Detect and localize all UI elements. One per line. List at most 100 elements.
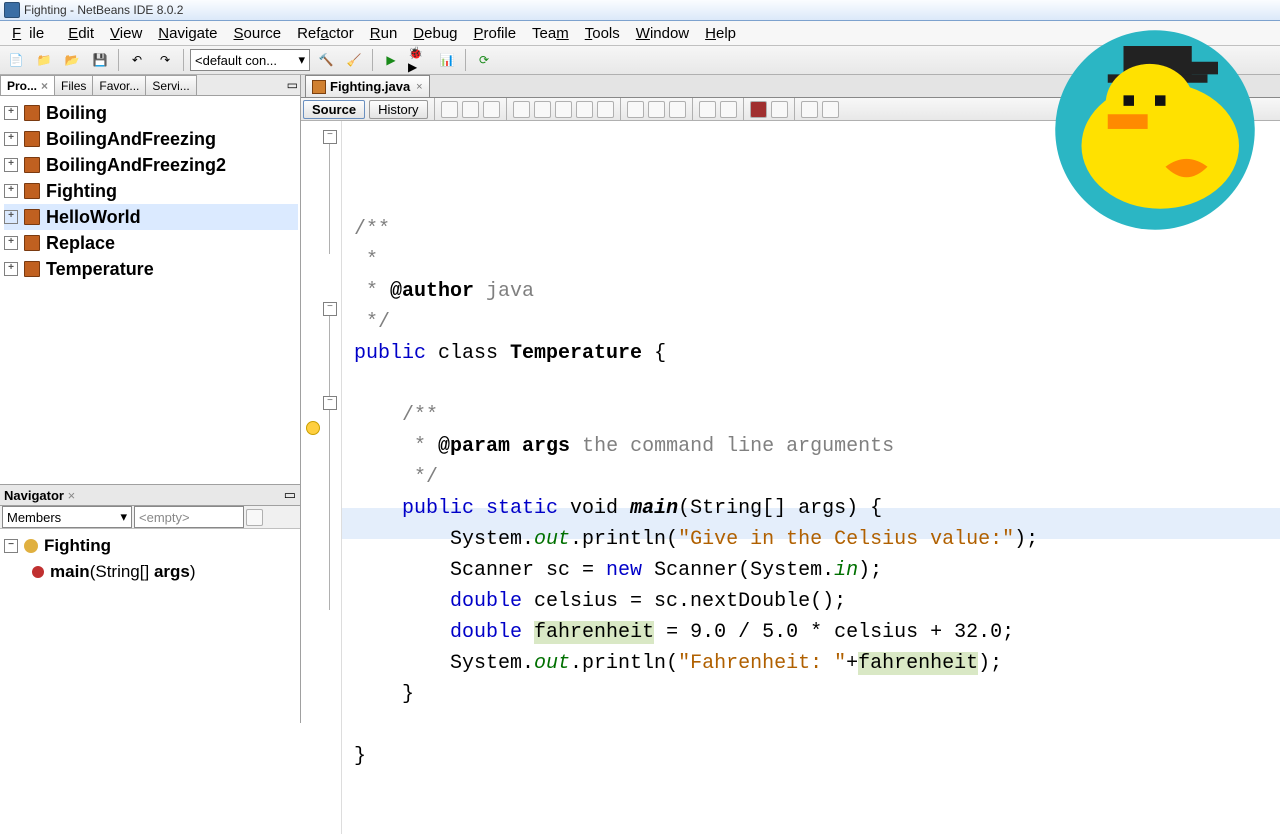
projects-tree[interactable]: +Boiling +BoilingAndFreezing +BoilingAnd… — [0, 96, 300, 485]
ed-btn-3[interactable] — [483, 101, 500, 118]
java-project-icon — [24, 105, 40, 121]
filter-button[interactable] — [246, 509, 263, 526]
expand-icon[interactable]: + — [4, 106, 18, 120]
expand-icon[interactable]: + — [4, 184, 18, 198]
editor-tab-label: Fighting.java — [330, 79, 410, 94]
project-node-replace[interactable]: +Replace — [4, 230, 298, 256]
minimize-button[interactable]: ▭ — [284, 75, 301, 95]
fold-toggle[interactable]: − — [323, 130, 337, 144]
ed-btn-14[interactable] — [771, 101, 788, 118]
project-node-boiling[interactable]: +Boiling — [4, 100, 298, 126]
separator — [183, 49, 184, 71]
clean-build-button[interactable]: 🧹 — [342, 48, 366, 72]
menu-file[interactable]: File — [4, 23, 60, 44]
nav-method-node[interactable]: main(String[] args) — [4, 559, 296, 585]
ed-btn-11[interactable] — [669, 101, 686, 118]
minimize-button[interactable]: ▭ — [284, 487, 296, 503]
ed-btn-1[interactable] — [441, 101, 458, 118]
menu-window[interactable]: Window — [628, 23, 697, 44]
java-project-icon — [24, 235, 40, 251]
close-icon[interactable]: × — [416, 81, 422, 93]
navigator-controls: Members▾ <empty> — [0, 506, 300, 529]
open-button[interactable]: 📂 — [60, 48, 84, 72]
navigator-header: Navigator × ▭ — [0, 485, 300, 506]
build-button[interactable]: 🔨 — [314, 48, 338, 72]
editor-tab-fighting[interactable]: Fighting.java × — [305, 75, 430, 97]
chevron-down-icon: ▾ — [120, 509, 127, 525]
redo-button[interactable]: ↷ — [153, 48, 177, 72]
ed-btn-record[interactable] — [750, 101, 767, 118]
run-button[interactable]: ▶ — [379, 48, 403, 72]
menu-run[interactable]: Run — [362, 23, 406, 44]
separator — [692, 98, 693, 120]
nav-class-node[interactable]: −Fighting — [4, 533, 296, 559]
navigator-tree[interactable]: −Fighting main(String[] args) — [0, 529, 300, 723]
ed-btn-13[interactable] — [720, 101, 737, 118]
project-node-fighting[interactable]: +Fighting — [4, 178, 298, 204]
project-node-temperature[interactable]: +Temperature — [4, 256, 298, 282]
close-icon[interactable]: × — [41, 79, 48, 93]
separator — [465, 49, 466, 71]
reload-button[interactable]: ⟳ — [472, 48, 496, 72]
ed-btn-5[interactable] — [534, 101, 551, 118]
expand-icon[interactable]: + — [4, 236, 18, 250]
code-content[interactable]: /** * * @author java */ public class Tem… — [354, 214, 1280, 772]
ed-btn-2[interactable] — [462, 101, 479, 118]
collapse-icon[interactable]: − — [4, 539, 18, 553]
expand-icon[interactable]: + — [4, 158, 18, 172]
ed-btn-6[interactable] — [555, 101, 572, 118]
menu-source[interactable]: Source — [226, 23, 290, 44]
filter-select[interactable]: <empty> — [134, 506, 244, 528]
menu-navigate[interactable]: Navigate — [150, 23, 225, 44]
menu-debug[interactable]: Debug — [405, 23, 465, 44]
method-icon — [32, 566, 44, 578]
ed-btn-10[interactable] — [648, 101, 665, 118]
expand-icon[interactable]: + — [4, 210, 18, 224]
new-project-button[interactable]: 📁 — [32, 48, 56, 72]
expand-icon[interactable]: + — [4, 262, 18, 276]
menu-edit[interactable]: Edit — [60, 23, 102, 44]
expand-icon[interactable]: + — [4, 132, 18, 146]
ed-btn-15[interactable] — [801, 101, 818, 118]
app-icon — [4, 2, 20, 18]
separator — [743, 98, 744, 120]
debug-button[interactable]: 🐞▶ — [407, 48, 431, 72]
separator — [620, 98, 621, 120]
new-file-button[interactable]: 📄 — [4, 48, 28, 72]
project-node-helloworld[interactable]: +HelloWorld — [4, 204, 298, 230]
profile-button[interactable]: 📊 — [435, 48, 459, 72]
menu-team[interactable]: Team — [524, 23, 577, 44]
ed-btn-9[interactable] — [627, 101, 644, 118]
tab-services[interactable]: Servi... — [145, 75, 196, 95]
tab-projects[interactable]: Pro...× — [0, 75, 55, 95]
ed-btn-12[interactable] — [699, 101, 716, 118]
menu-tools[interactable]: Tools — [577, 23, 628, 44]
menu-refactor[interactable]: Refactor — [289, 23, 362, 44]
project-node-boilingandfreezing[interactable]: +BoilingAndFreezing — [4, 126, 298, 152]
fold-toggle[interactable]: − — [323, 302, 337, 316]
separator — [118, 49, 119, 71]
menu-profile[interactable]: Profile — [466, 23, 525, 44]
subtab-source[interactable]: Source — [303, 100, 365, 119]
members-select[interactable]: Members▾ — [2, 506, 132, 528]
java-project-icon — [24, 209, 40, 225]
hint-bulb-icon[interactable] — [306, 421, 320, 435]
java-file-icon — [312, 80, 326, 94]
ed-btn-7[interactable] — [576, 101, 593, 118]
menu-help[interactable]: Help — [697, 23, 744, 44]
config-select[interactable]: <default con...▾ — [190, 49, 310, 71]
project-node-boilingandfreezing2[interactable]: +BoilingAndFreezing2 — [4, 152, 298, 178]
tab-favorites[interactable]: Favor... — [92, 75, 146, 95]
undo-button[interactable]: ↶ — [125, 48, 149, 72]
ed-btn-4[interactable] — [513, 101, 530, 118]
fold-toggle[interactable]: − — [323, 396, 337, 410]
subtab-history[interactable]: History — [369, 100, 427, 119]
gutter[interactable]: − − − — [301, 121, 342, 834]
ed-btn-8[interactable] — [597, 101, 614, 118]
tab-files[interactable]: Files — [54, 75, 93, 95]
menu-view[interactable]: View — [102, 23, 150, 44]
save-all-button[interactable]: 💾 — [88, 48, 112, 72]
separator — [434, 98, 435, 120]
ed-btn-16[interactable] — [822, 101, 839, 118]
close-icon[interactable]: × — [68, 488, 76, 503]
